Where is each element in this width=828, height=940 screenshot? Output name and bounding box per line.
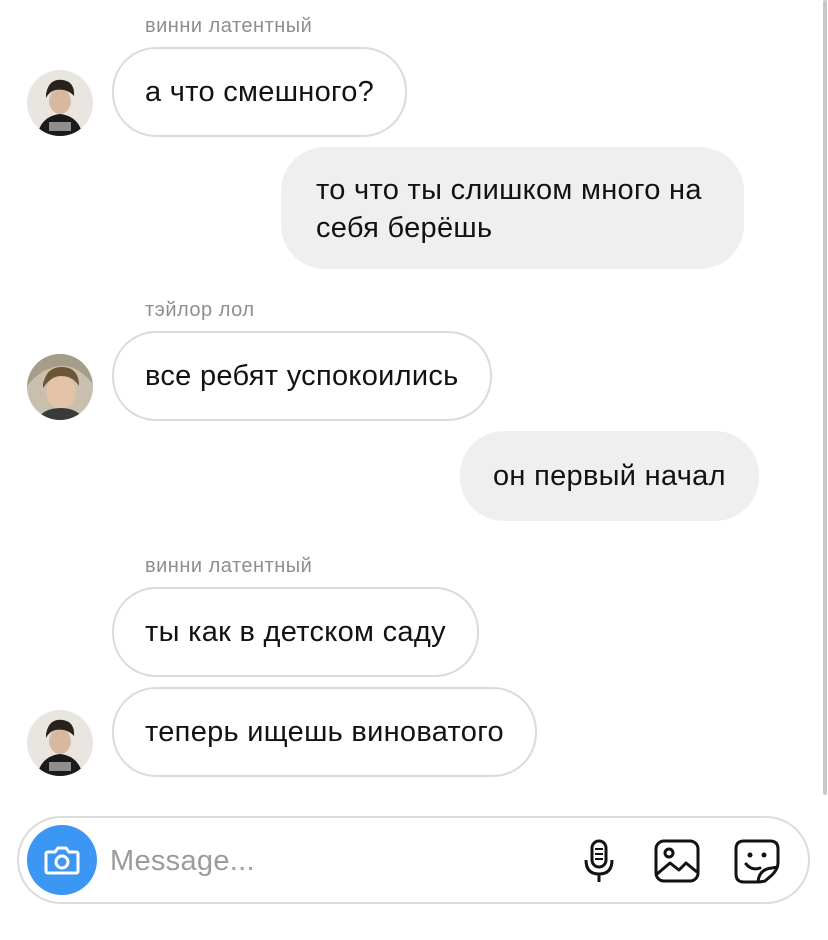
avatar[interactable] — [27, 710, 93, 776]
message-text: ты как в детском саду — [145, 616, 446, 648]
message-composer[interactable]: Message... — [17, 816, 810, 904]
camera-button[interactable] — [27, 825, 97, 895]
gallery-icon[interactable] — [652, 836, 702, 886]
avatar[interactable] — [27, 354, 93, 420]
camera-icon — [44, 846, 80, 875]
message-bubble[interactable]: теперь ищешь виноватого — [112, 687, 537, 777]
message-bubble[interactable]: а что смешного? — [112, 47, 408, 137]
message-text: все ребят успокоились — [145, 360, 459, 392]
message-input[interactable]: Message... — [110, 843, 255, 879]
message-text: теперь ищешь виноватого — [145, 716, 504, 748]
message-bubble[interactable]: ты как в детском саду — [112, 587, 479, 677]
sender-name: винни латентный — [145, 15, 313, 37]
scrollbar[interactable] — [822, 0, 828, 800]
scrollbar-thumb[interactable] — [823, 0, 827, 795]
sender-name: винни латентный — [145, 555, 313, 577]
message-text-line: себя берёшь — [316, 212, 493, 244]
message-text: а что смешного? — [145, 76, 375, 108]
microphone-icon[interactable] — [574, 836, 624, 886]
outgoing-message-bubble[interactable]: то что ты слишком много на себя берёшь — [281, 147, 744, 269]
message-text: он первый начал — [493, 460, 726, 492]
outgoing-message-bubble[interactable]: он первый начал — [460, 431, 759, 521]
sender-name: тэйлор лол — [145, 299, 255, 321]
message-bubble[interactable]: все ребят успокоились — [112, 331, 492, 421]
sticker-icon[interactable] — [732, 836, 782, 886]
message-text-line: то что ты слишком много на — [316, 174, 702, 206]
avatar[interactable] — [27, 70, 93, 136]
